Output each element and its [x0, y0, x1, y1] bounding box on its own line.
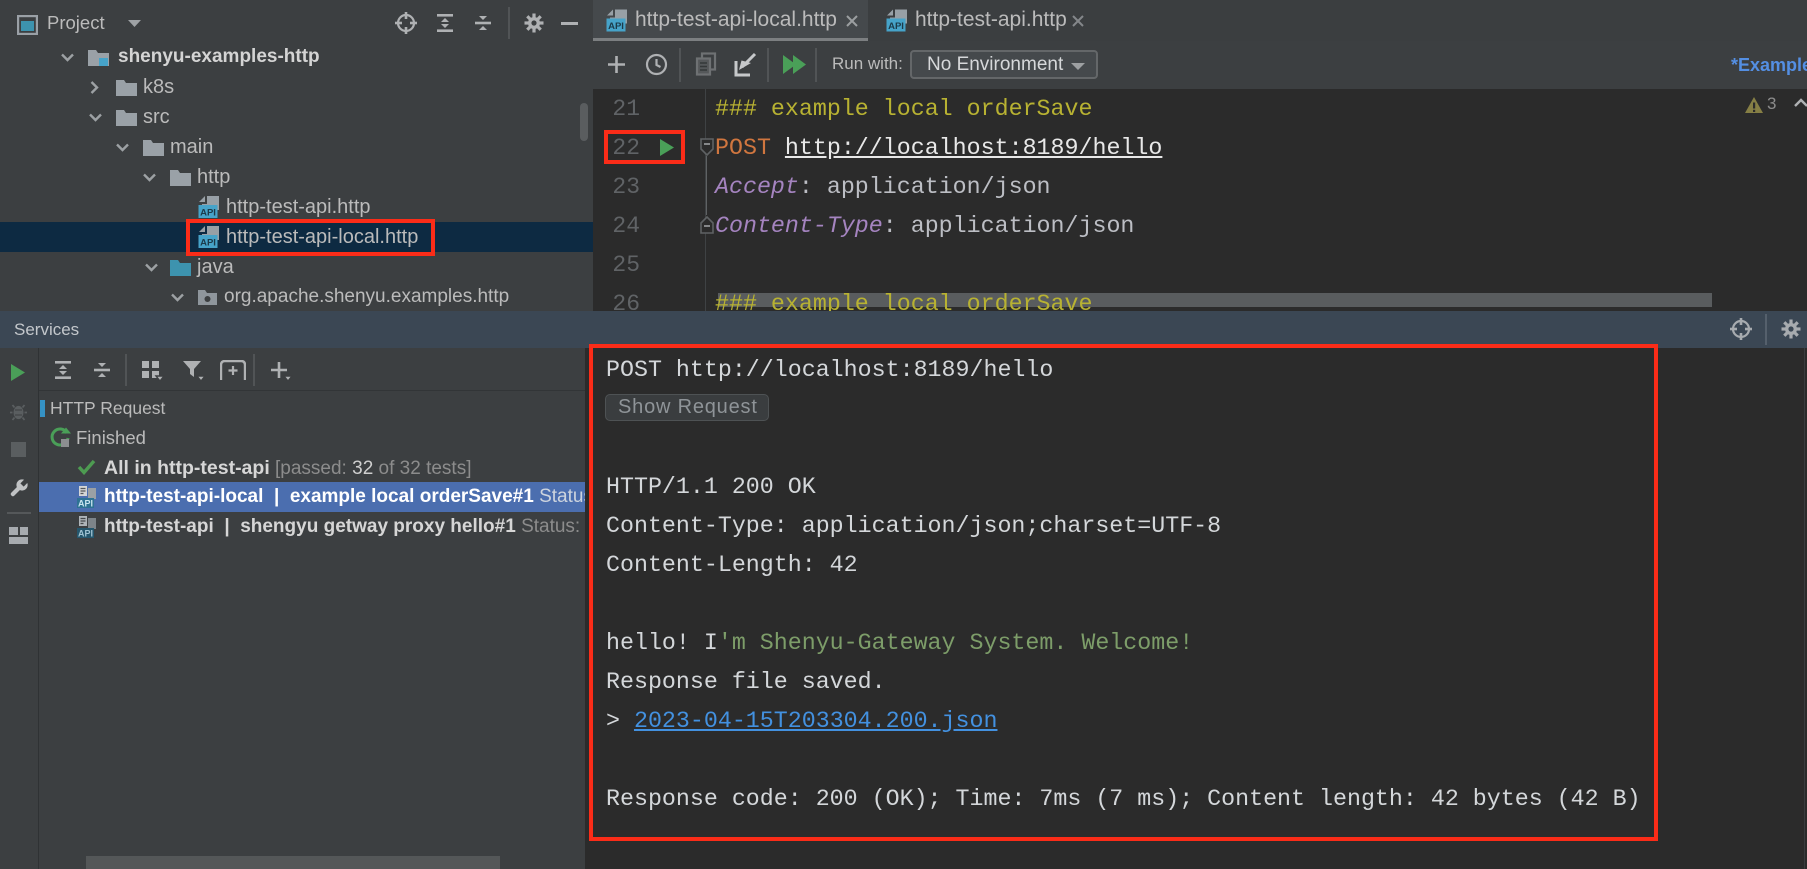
- svg-text:API: API: [888, 21, 904, 32]
- svg-text:API: API: [78, 499, 93, 509]
- svg-text:API: API: [200, 208, 216, 219]
- svg-text:API: API: [608, 21, 624, 32]
- svg-text:API: API: [78, 529, 93, 539]
